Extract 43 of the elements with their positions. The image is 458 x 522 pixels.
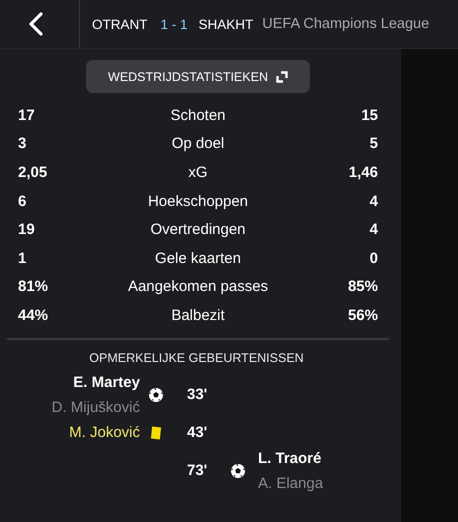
match-score: 1 - 1 (160, 16, 188, 32)
card-icon (149, 424, 163, 441)
home-team-name: OTRANT (92, 16, 148, 32)
away-stat-value: 1,46 (348, 164, 378, 181)
home-stat-value: 1 (18, 250, 26, 267)
match-stats-button[interactable]: WEDSTRIJDSTATISTIEKEN (86, 60, 310, 93)
event-minute: 73' (186, 462, 208, 480)
stat-label: Schoten (170, 106, 226, 124)
assist-name: A. Elanga (258, 474, 324, 494)
away-team-name: SHAKHT (198, 16, 254, 32)
home-stat-value: 17 (18, 106, 35, 124)
away-stat-value: 85% (348, 278, 378, 296)
player-name: L. Traoré (258, 448, 322, 469)
stat-label: xG (188, 164, 208, 181)
expand-icon (276, 70, 288, 82)
event-minute: 33' (186, 386, 208, 404)
home-stat-value: 6 (18, 192, 26, 210)
away-stat-value: 0 (370, 250, 378, 267)
away-stat-value: 56% (348, 306, 378, 324)
player-name: M. Joković (69, 423, 140, 444)
home-stat-value: 44% (18, 306, 48, 324)
stat-label: Aangekomen passes (128, 278, 268, 296)
events-heading: OPMERKELIJKE GEBEURTENISSEN (88, 350, 305, 365)
soccer-ball-icon (148, 386, 164, 403)
stat-label: Hoekschoppen (148, 192, 248, 210)
away-stat-value: 4 (370, 192, 378, 210)
stat-label: Op doel (172, 135, 224, 152)
away-stat-value: 15 (361, 106, 378, 124)
competition-name: UEFA Champions League (262, 16, 430, 32)
event-minute: 43' (186, 424, 208, 442)
back-icon (28, 12, 44, 36)
assist-name: D. Mijušković (52, 398, 140, 418)
home-stat-value: 19 (18, 221, 35, 238)
home-stat-value: 81% (18, 278, 48, 296)
stat-label: Gele kaarten (155, 250, 241, 267)
home-stat-value: 2,05 (18, 164, 48, 181)
player-name: E. Martey (72, 372, 140, 393)
away-stat-value: 5 (370, 135, 378, 152)
stat-label: Overtredingen (150, 221, 246, 238)
home-stat-value: 3 (18, 135, 26, 152)
stat-label: Balbezit (171, 306, 225, 324)
away-stat-value: 4 (370, 221, 378, 238)
soccer-ball-icon (230, 462, 246, 479)
